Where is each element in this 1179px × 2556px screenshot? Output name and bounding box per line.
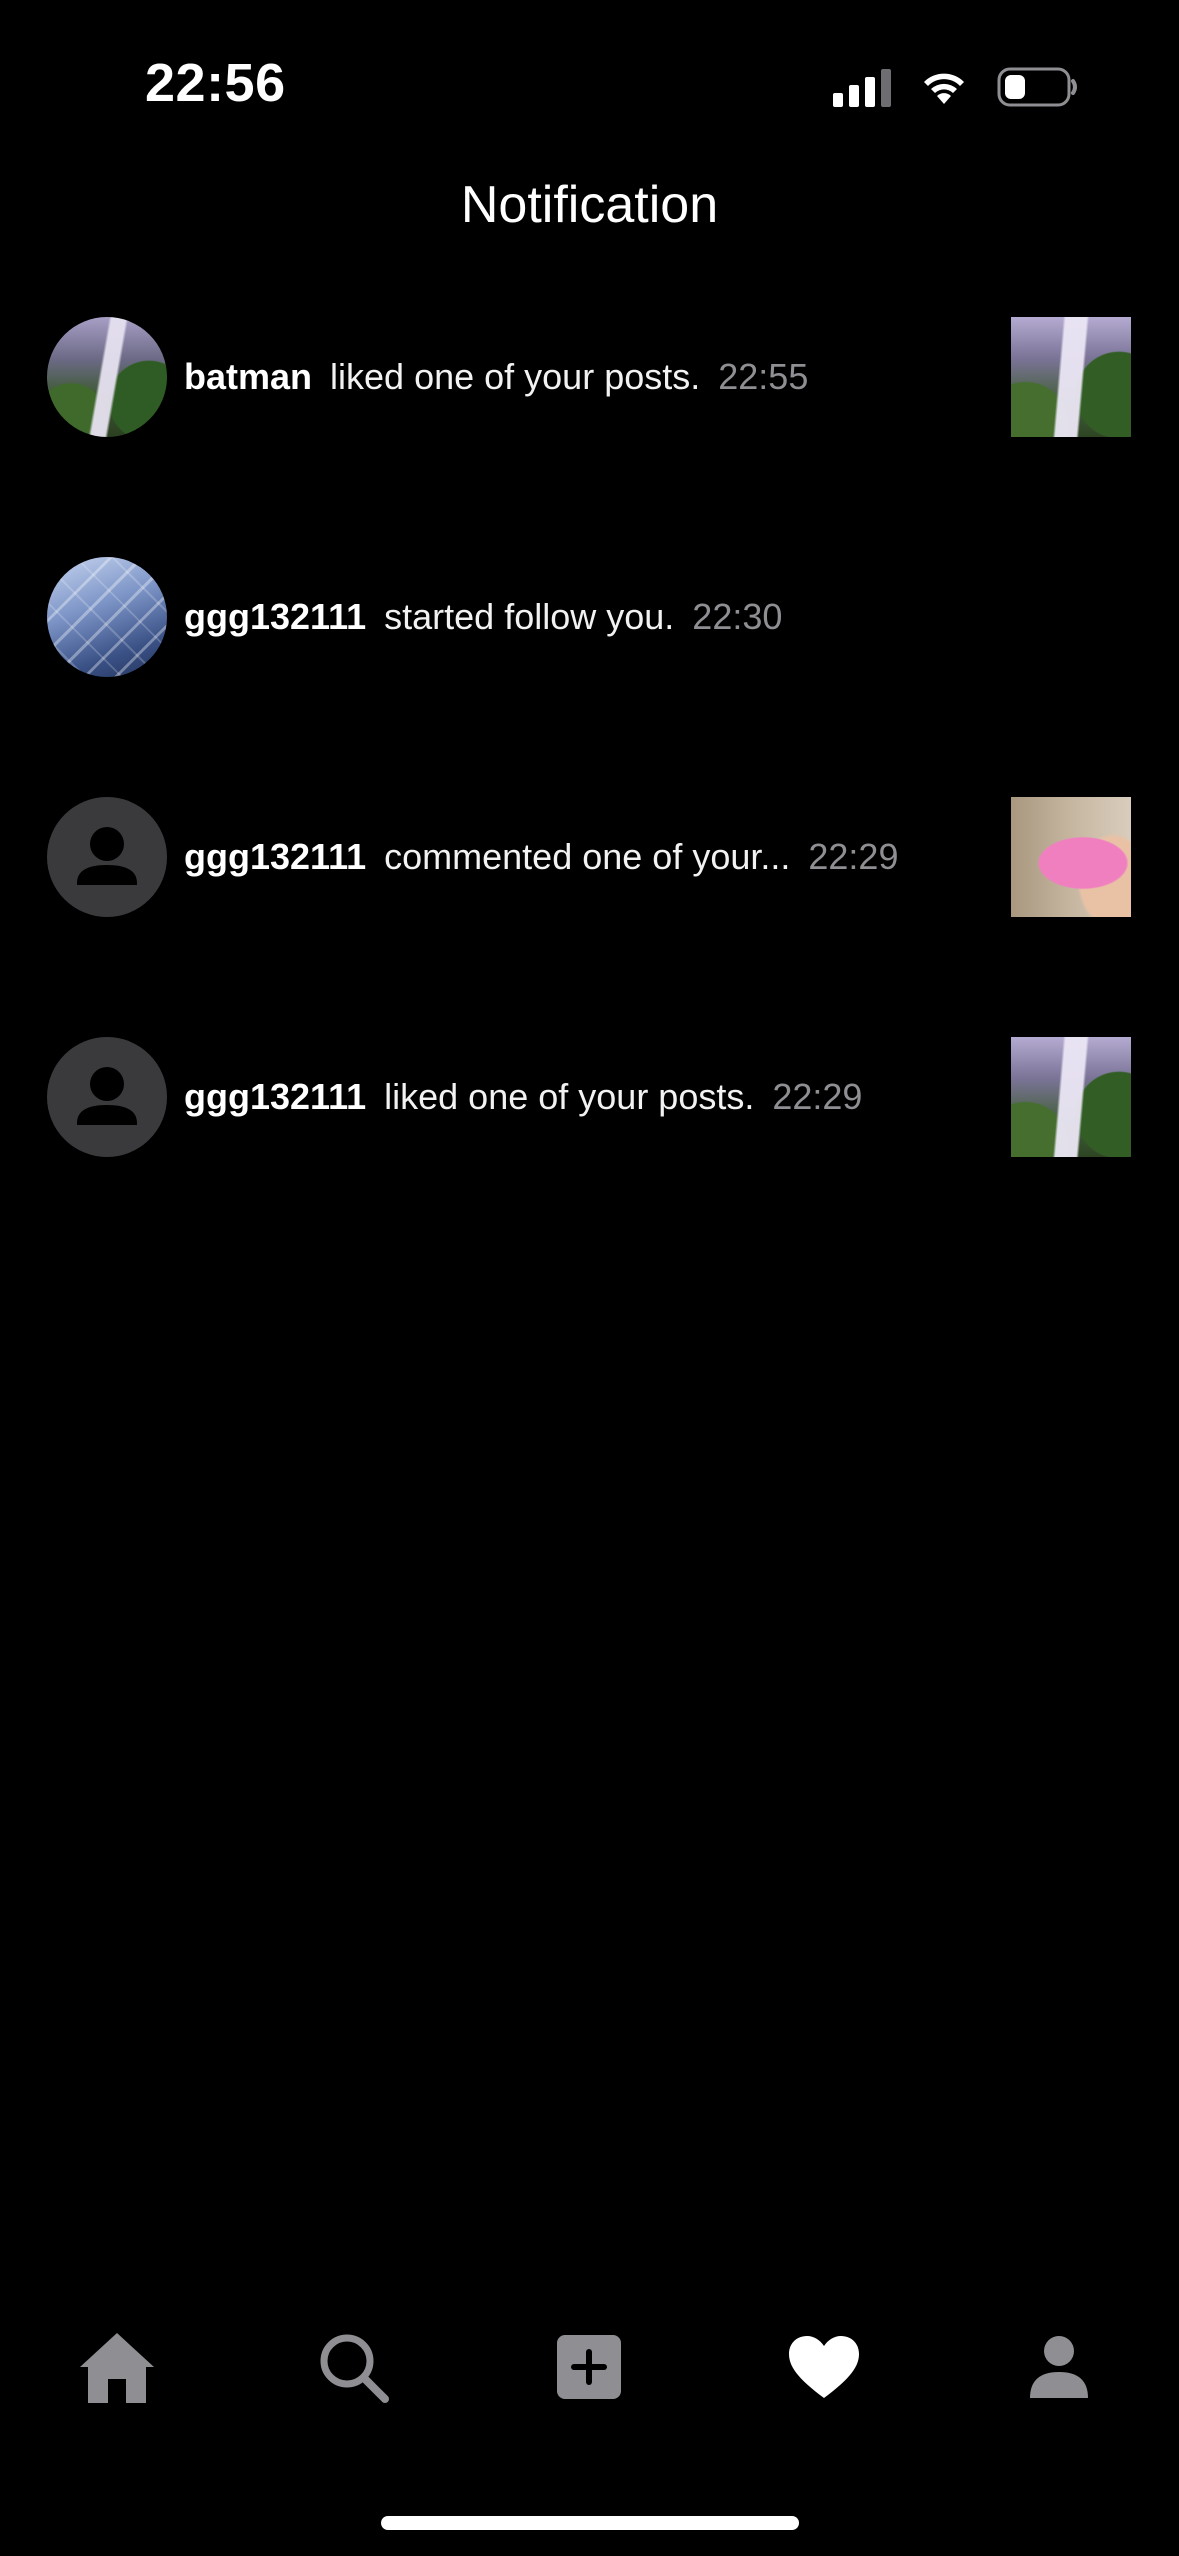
notification-text: ggg132111 started follow you. 22:30: [184, 555, 782, 679]
tab-bar: [0, 2310, 1179, 2420]
avatar[interactable]: [47, 797, 167, 917]
home-indicator: [381, 2516, 799, 2530]
notification-text: ggg132111 commented one of your... 22:29: [184, 795, 898, 919]
status-bar: 22:56: [0, 0, 1179, 170]
avatar[interactable]: [47, 557, 167, 677]
status-time: 22:56: [145, 53, 286, 113]
default-person-icon: [77, 1067, 137, 1125]
notification-time: 22:29: [808, 836, 899, 877]
notification-item[interactable]: ggg132111 commented one of your... 22:29: [0, 795, 1179, 919]
notification-text: ggg132111 liked one of your posts. 22:29: [184, 1035, 862, 1159]
notification-username[interactable]: ggg132111: [184, 596, 366, 638]
add-post-icon: [557, 2335, 621, 2399]
notification-item[interactable]: ggg132111 started follow you. 22:30: [0, 555, 1179, 679]
notification-text: batman liked one of your posts. 22:55: [184, 315, 808, 439]
home-icon: [80, 2333, 154, 2403]
notification-username[interactable]: ggg132111: [184, 1076, 366, 1118]
notification-action: liked one of your posts.: [330, 356, 701, 397]
notification-action: liked one of your posts.: [384, 1076, 755, 1117]
notification-username[interactable]: batman: [184, 356, 312, 398]
tab-home[interactable]: [72, 2322, 162, 2412]
post-thumbnail[interactable]: [1011, 317, 1131, 437]
notification-action: started follow you.: [384, 596, 675, 637]
heart-icon: [789, 2336, 859, 2398]
tab-notifications[interactable]: [779, 2322, 869, 2412]
post-thumbnail[interactable]: [1011, 1037, 1131, 1157]
tab-add-post[interactable]: [544, 2322, 634, 2412]
page-title: Notification: [460, 176, 719, 234]
profile-icon: [1030, 2336, 1088, 2398]
notification-time: 22:29: [772, 1076, 863, 1117]
tab-search[interactable]: [308, 2322, 398, 2412]
avatar[interactable]: [47, 1037, 167, 1157]
tab-profile[interactable]: [1014, 2322, 1104, 2412]
notification-username[interactable]: ggg132111: [184, 836, 366, 878]
notification-time: 22:30: [692, 596, 783, 637]
cellular-signal-icon: [833, 67, 891, 107]
notification-time: 22:55: [718, 356, 809, 397]
wifi-icon: [919, 68, 969, 106]
status-icons: [833, 62, 1079, 112]
notification-item[interactable]: batman liked one of your posts. 22:55: [0, 315, 1179, 439]
notification-action: commented one of your...: [384, 836, 791, 877]
notification-item[interactable]: ggg132111 liked one of your posts. 22:29: [0, 1035, 1179, 1159]
post-thumbnail[interactable]: [1011, 797, 1131, 917]
default-person-icon: [77, 827, 137, 885]
avatar[interactable]: [47, 317, 167, 437]
search-icon: [320, 2334, 389, 2403]
battery-icon: [997, 67, 1079, 107]
